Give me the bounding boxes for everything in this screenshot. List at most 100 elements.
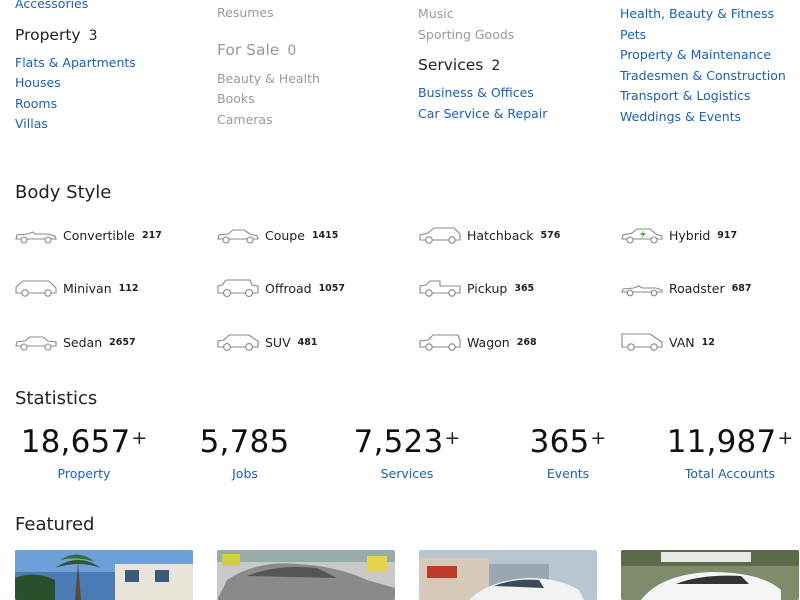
stat-label-jobs[interactable]: Jobs xyxy=(165,466,325,481)
category-heading-services[interactable]: Services 2 xyxy=(418,53,603,78)
body-style-name: Minivan xyxy=(63,280,112,296)
stat-label-total-accounts[interactable]: Total Accounts xyxy=(650,466,800,481)
category-heading-for-sale[interactable]: For Sale 0 xyxy=(217,38,402,63)
category-link-sporting-goods[interactable]: Sporting Goods xyxy=(418,25,603,46)
category-link-car-service[interactable]: Car Service & Repair xyxy=(418,106,547,121)
stat-label-property[interactable]: Property xyxy=(4,466,164,481)
body-style-minivan[interactable]: Minivan 112 xyxy=(14,275,138,301)
category-column-property: Accessories Property 3 Flats & Apartments… xyxy=(15,0,200,135)
category-count: 2 xyxy=(491,58,501,75)
body-style-count: 576 xyxy=(540,229,561,241)
category-count: 0 xyxy=(287,42,297,59)
category-heading-label: Property xyxy=(15,25,81,44)
category-heading-property[interactable]: Property 3 xyxy=(15,23,200,48)
wagon-icon xyxy=(419,334,461,351)
stat-events: 365+ Events xyxy=(488,424,648,481)
featured-title: Featured xyxy=(15,514,95,535)
category-link-tradesmen-construction[interactable]: Tradesmen & Construction xyxy=(620,68,786,83)
body-style-wagon[interactable]: Wagon 268 xyxy=(418,329,537,355)
stat-label-events[interactable]: Events xyxy=(488,466,648,481)
body-style-name: SUV xyxy=(265,334,291,350)
convertible-icon xyxy=(15,231,57,244)
statistics-title: Statistics xyxy=(15,388,98,409)
body-style-offroad[interactable]: Offroad 1057 xyxy=(216,275,345,301)
body-style-count: 12 xyxy=(701,336,715,348)
stat-plus: + xyxy=(131,427,148,449)
category-link-music[interactable]: Music xyxy=(418,4,603,25)
body-style-name: Hatchback xyxy=(467,227,534,243)
category-link-books[interactable]: Books xyxy=(217,89,402,110)
body-style-suv[interactable]: SUV 481 xyxy=(216,329,317,355)
stat-value: 365 xyxy=(529,424,590,460)
featured-image xyxy=(217,550,395,600)
category-link-weddings-events[interactable]: Weddings & Events xyxy=(620,109,741,124)
body-style-van[interactable]: VAN 12 xyxy=(620,329,715,355)
category-link-business-offices[interactable]: Business & Offices xyxy=(418,85,534,100)
body-style-count: 917 xyxy=(717,229,738,241)
stat-label-services[interactable]: Services xyxy=(327,466,487,481)
body-style-name: Sedan xyxy=(63,334,103,350)
featured-thumbnail[interactable] xyxy=(15,550,193,600)
sedan-icon xyxy=(15,336,57,351)
body-style-sedan[interactable]: Sedan 2657 xyxy=(14,329,136,355)
category-link-beauty-health[interactable]: Beauty & Health xyxy=(217,69,402,90)
body-style-count: 481 xyxy=(297,336,318,348)
category-column-services-more: Health, Beauty & Fitness Pets Property &… xyxy=(620,4,800,128)
stat-plus: + xyxy=(590,427,607,449)
body-style-count: 687 xyxy=(731,282,752,294)
featured-image xyxy=(15,550,193,600)
category-column-services: Music Sporting Goods Services 2 Business … xyxy=(418,4,603,124)
van-icon xyxy=(621,333,663,351)
body-style-count: 365 xyxy=(514,282,535,294)
body-style-title: Body Style xyxy=(15,182,112,203)
body-style-count: 268 xyxy=(516,336,537,348)
body-style-count: 1415 xyxy=(311,229,339,241)
category-link-property-maintenance[interactable]: Property & Maintenance xyxy=(620,47,771,62)
category-link-resumes[interactable]: Resumes xyxy=(217,3,402,24)
body-style-hybrid[interactable]: Hybrid 917 xyxy=(620,222,737,248)
body-style-count: 112 xyxy=(118,282,139,294)
body-style-name: Hybrid xyxy=(669,227,711,243)
body-style-count: 217 xyxy=(142,229,162,241)
offroad-icon xyxy=(217,279,259,298)
featured-image xyxy=(419,550,597,600)
category-count: 3 xyxy=(88,27,98,44)
category-link-flats[interactable]: Flats & Apartments xyxy=(15,55,136,70)
hybrid-icon xyxy=(621,228,663,244)
hatchback-icon xyxy=(419,227,461,244)
coupe-icon xyxy=(217,229,259,244)
category-link-rooms[interactable]: Rooms xyxy=(15,96,57,111)
body-style-name: Offroad xyxy=(265,280,312,296)
body-style-name: VAN xyxy=(669,334,695,350)
featured-thumbnail[interactable] xyxy=(419,550,597,600)
body-style-roadster[interactable]: Roadster 687 xyxy=(620,275,751,301)
body-style-pickup[interactable]: Pickup 365 xyxy=(418,275,534,301)
stat-total-accounts: 11,987+ Total Accounts xyxy=(650,424,800,481)
body-style-count: 2657 xyxy=(109,336,136,348)
category-link-pets[interactable]: Pets xyxy=(620,27,646,42)
stat-property: 18,657+ Property xyxy=(4,424,164,481)
body-style-name: Roadster xyxy=(669,280,725,296)
category-link-villas[interactable]: Villas xyxy=(15,116,48,131)
stat-value: 18,657 xyxy=(20,424,131,460)
body-style-name: Pickup xyxy=(467,280,508,296)
category-link-accessories[interactable]: Accessories xyxy=(15,0,88,11)
category-link-houses[interactable]: Houses xyxy=(15,75,61,90)
category-heading-label: Services xyxy=(418,56,484,75)
stat-plus: + xyxy=(444,427,461,449)
category-link-health-beauty-fitness[interactable]: Health, Beauty & Fitness xyxy=(620,6,774,21)
category-link-transport-logistics[interactable]: Transport & Logistics xyxy=(620,88,750,103)
stat-value: 11,987 xyxy=(666,424,777,460)
category-heading-label: For Sale xyxy=(217,40,280,59)
featured-thumbnail[interactable] xyxy=(217,550,395,600)
body-style-convertible[interactable]: Convertible 217 xyxy=(14,222,162,248)
body-style-hatchback[interactable]: Hatchback 576 xyxy=(418,222,560,248)
category-link-cameras[interactable]: Cameras xyxy=(217,110,402,131)
roadster-icon xyxy=(621,285,663,297)
stat-jobs: 5,785 Jobs xyxy=(165,424,325,481)
featured-image xyxy=(621,550,799,600)
featured-thumbnail[interactable] xyxy=(621,550,799,600)
stat-value: 7,523 xyxy=(353,424,444,460)
body-style-coupe[interactable]: Coupe 1415 xyxy=(216,222,338,248)
category-column-for-sale: Resumes For Sale 0 Beauty & Health Books … xyxy=(217,3,402,130)
